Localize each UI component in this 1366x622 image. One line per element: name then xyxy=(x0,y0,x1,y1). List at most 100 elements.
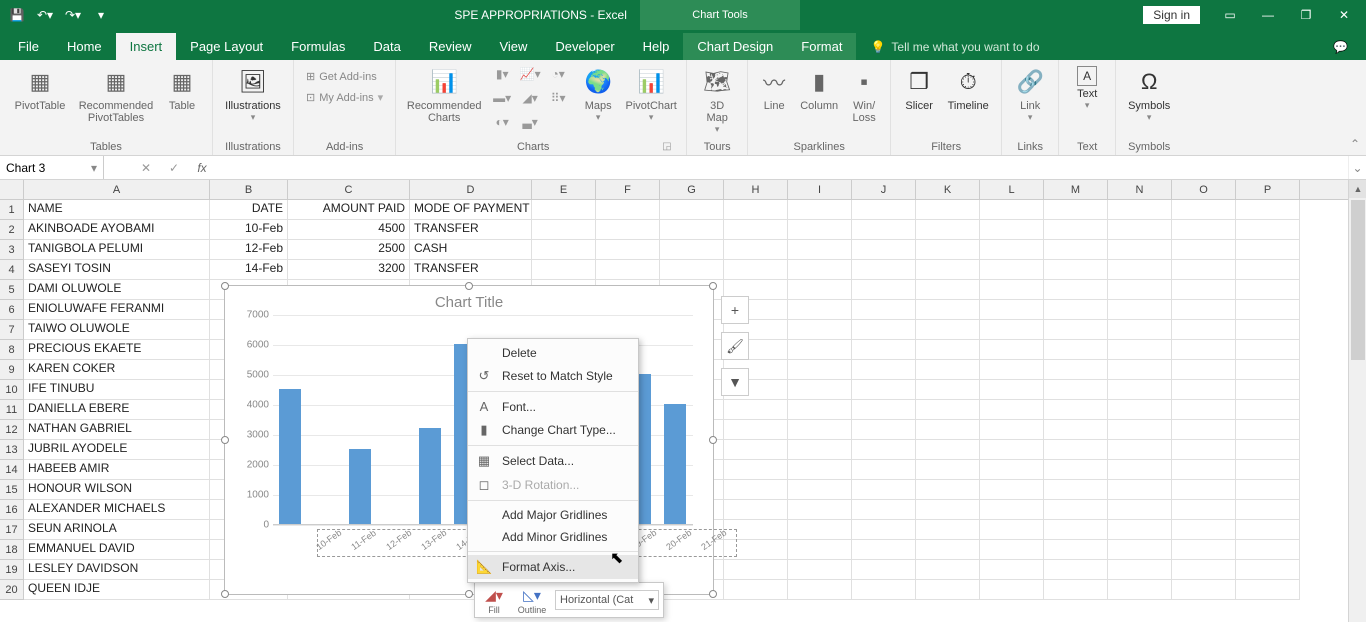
cell[interactable] xyxy=(980,420,1044,440)
cell[interactable] xyxy=(980,300,1044,320)
cell[interactable] xyxy=(980,320,1044,340)
cell[interactable] xyxy=(1172,220,1236,240)
pivotchart-button[interactable]: 📊PivotChart▾ xyxy=(624,62,678,123)
cell[interactable] xyxy=(916,480,980,500)
chart-type-gallery[interactable]: ▮▾📈▾◔▾ ▬▾◢▾⠿▾ ◐▾▃▾ xyxy=(488,62,572,134)
cell[interactable] xyxy=(980,540,1044,560)
col-header[interactable]: B xyxy=(210,180,288,199)
cell[interactable]: 10-Feb xyxy=(210,220,288,240)
cell[interactable] xyxy=(852,200,916,220)
row-header[interactable]: 3 xyxy=(0,240,24,260)
cell[interactable] xyxy=(1172,500,1236,520)
resize-handle[interactable] xyxy=(709,282,717,290)
cell[interactable] xyxy=(1172,200,1236,220)
ctx-add-minor-gridlines[interactable]: Add Minor Gridlines xyxy=(468,526,638,548)
cell[interactable] xyxy=(532,260,596,280)
cell[interactable] xyxy=(1172,580,1236,600)
col-header[interactable]: O xyxy=(1172,180,1236,199)
cell[interactable] xyxy=(980,220,1044,240)
cell[interactable] xyxy=(1172,300,1236,320)
cell[interactable] xyxy=(1172,360,1236,380)
row-header[interactable]: 1 xyxy=(0,200,24,220)
cell[interactable] xyxy=(788,440,852,460)
cell[interactable] xyxy=(724,240,788,260)
cell[interactable] xyxy=(1172,460,1236,480)
row-header[interactable]: 14 xyxy=(0,460,24,480)
cell[interactable] xyxy=(724,200,788,220)
cell[interactable]: 12-Feb xyxy=(210,240,288,260)
mini-outline-button[interactable]: ◺▾Outline xyxy=(513,585,551,615)
cell[interactable] xyxy=(660,240,724,260)
cell[interactable] xyxy=(1172,280,1236,300)
col-header[interactable]: G xyxy=(660,180,724,199)
row-header[interactable]: 20 xyxy=(0,580,24,600)
line-chart-icon[interactable]: 📈▾ xyxy=(516,62,544,86)
column-chart-icon[interactable]: ▮▾ xyxy=(488,62,516,86)
cell[interactable]: TRANSFER xyxy=(410,220,532,240)
row-header[interactable]: 2 xyxy=(0,220,24,240)
tab-page-layout[interactable]: Page Layout xyxy=(176,33,277,60)
cell[interactable]: 3200 xyxy=(288,260,410,280)
cell[interactable] xyxy=(916,200,980,220)
resize-handle[interactable] xyxy=(465,282,473,290)
row-header[interactable]: 7 xyxy=(0,320,24,340)
cell[interactable] xyxy=(724,480,788,500)
cell[interactable] xyxy=(1044,360,1108,380)
cell[interactable] xyxy=(916,300,980,320)
cell[interactable] xyxy=(852,220,916,240)
redo-icon[interactable]: ↷▾ xyxy=(62,4,84,26)
cell[interactable] xyxy=(1172,380,1236,400)
scroll-thumb[interactable] xyxy=(1351,200,1365,360)
cell[interactable] xyxy=(724,400,788,420)
cell[interactable] xyxy=(1108,300,1172,320)
cell[interactable] xyxy=(596,240,660,260)
cell[interactable] xyxy=(852,540,916,560)
cell[interactable] xyxy=(724,500,788,520)
cell[interactable] xyxy=(660,220,724,240)
cell[interactable] xyxy=(1172,540,1236,560)
fx-icon[interactable]: fx xyxy=(188,156,216,179)
cell[interactable] xyxy=(980,260,1044,280)
cell[interactable] xyxy=(1108,480,1172,500)
table-button[interactable]: ▦Table xyxy=(160,62,204,112)
cell[interactable]: NAME xyxy=(24,200,210,220)
cell[interactable] xyxy=(916,240,980,260)
cell[interactable] xyxy=(916,580,980,600)
cell[interactable] xyxy=(1236,320,1300,340)
cell[interactable] xyxy=(980,240,1044,260)
vertical-scrollbar[interactable]: ▲ xyxy=(1348,180,1366,622)
cell[interactable] xyxy=(788,240,852,260)
cell[interactable] xyxy=(1236,200,1300,220)
cell[interactable] xyxy=(724,420,788,440)
row-header[interactable]: 5 xyxy=(0,280,24,300)
cell[interactable] xyxy=(1236,240,1300,260)
cell[interactable] xyxy=(788,520,852,540)
cell[interactable] xyxy=(1108,360,1172,380)
cell[interactable] xyxy=(1108,220,1172,240)
cell[interactable] xyxy=(596,200,660,220)
cell[interactable] xyxy=(1044,280,1108,300)
pie-chart-icon[interactable]: ◔▾ xyxy=(544,62,572,86)
cell[interactable] xyxy=(1044,460,1108,480)
col-header[interactable]: A xyxy=(24,180,210,199)
name-box[interactable]: Chart 3▾ xyxy=(0,156,104,179)
cell[interactable] xyxy=(788,200,852,220)
cell[interactable] xyxy=(1236,400,1300,420)
row-header[interactable]: 16 xyxy=(0,500,24,520)
cell[interactable] xyxy=(788,580,852,600)
cell[interactable] xyxy=(1108,560,1172,580)
cell[interactable] xyxy=(596,220,660,240)
cell[interactable] xyxy=(724,220,788,240)
cell[interactable] xyxy=(788,340,852,360)
tab-chart-design[interactable]: Chart Design xyxy=(683,33,787,60)
cell[interactable] xyxy=(916,260,980,280)
chart-bar[interactable] xyxy=(419,428,441,524)
tab-review[interactable]: Review xyxy=(415,33,486,60)
cell[interactable] xyxy=(980,560,1044,580)
cell[interactable] xyxy=(852,260,916,280)
cell[interactable] xyxy=(1108,520,1172,540)
cell[interactable] xyxy=(1044,340,1108,360)
cell[interactable] xyxy=(1236,540,1300,560)
cell[interactable] xyxy=(1044,220,1108,240)
cell[interactable]: LESLEY DAVIDSON xyxy=(24,560,210,580)
